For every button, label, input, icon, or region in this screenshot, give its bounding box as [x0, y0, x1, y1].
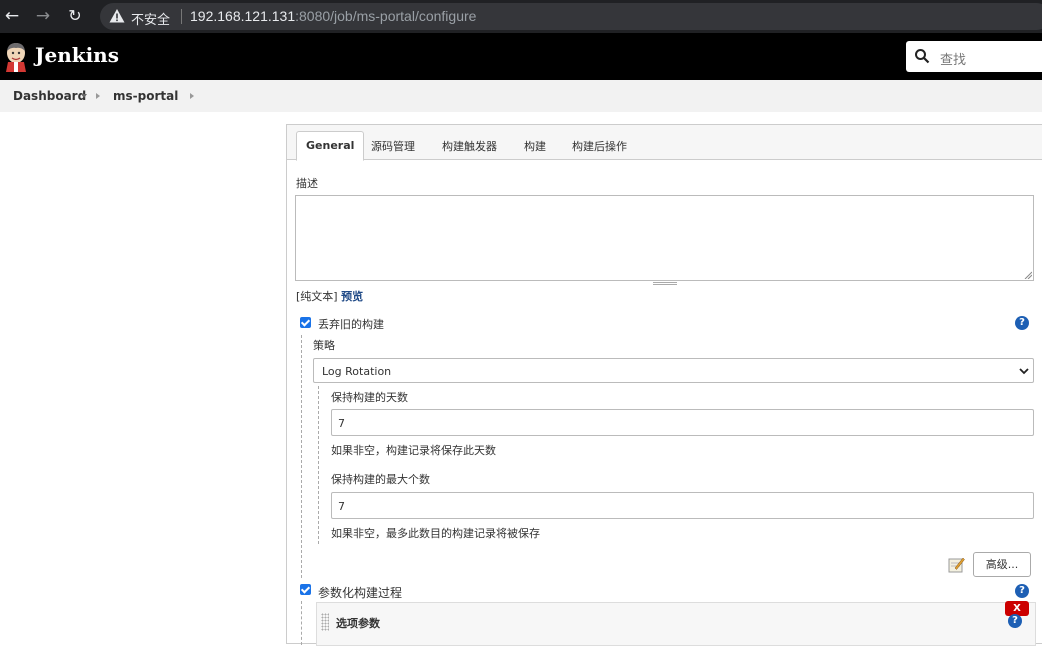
- jenkins-header: Jenkins 查找: [0, 33, 1042, 80]
- url-path: :8080/job/ms-portal/configure: [295, 8, 477, 24]
- help-icon[interactable]: ?: [1008, 614, 1022, 628]
- days-to-keep-label: 保持构建的天数: [331, 391, 408, 404]
- days-to-keep-input[interactable]: 7: [331, 409, 1034, 436]
- description-textarea[interactable]: [295, 195, 1034, 281]
- forward-icon[interactable]: →: [33, 6, 53, 26]
- max-builds-value: 7: [338, 500, 345, 513]
- reload-icon[interactable]: ↻: [65, 6, 85, 26]
- max-builds-hint: 如果非空，最多此数目的构建记录将被保存: [331, 527, 540, 540]
- tab-build[interactable]: 构建: [524, 138, 546, 154]
- search-input[interactable]: 查找: [906, 41, 1042, 72]
- plain-text-label: [纯文本]: [296, 290, 338, 303]
- brand-title[interactable]: Jenkins: [35, 43, 119, 67]
- browser-toolbar: ← → ↻ 不安全 192.168.121.131:8080/job/ms-po…: [0, 0, 1042, 33]
- strategy-border: [318, 386, 319, 544]
- search-icon: [915, 49, 930, 64]
- back-icon[interactable]: ←: [2, 6, 22, 26]
- warning-icon: [109, 9, 125, 23]
- chevron-down-icon[interactable]: [81, 94, 87, 98]
- help-icon[interactable]: ?: [1015, 584, 1029, 598]
- jenkins-logo-icon[interactable]: [4, 42, 28, 72]
- chevron-down-icon: [1019, 368, 1029, 375]
- resize-grip-icon[interactable]: [1024, 271, 1032, 279]
- search-placeholder: 查找: [940, 53, 967, 68]
- section-border: [301, 601, 302, 645]
- chevron-right-icon[interactable]: [190, 93, 194, 99]
- tab-build-triggers[interactable]: 构建触发器: [442, 138, 497, 154]
- parameterized-label: 参数化构建过程: [318, 586, 403, 600]
- preview-link[interactable]: 预览: [341, 290, 363, 303]
- address-separator: [181, 9, 182, 24]
- choice-parameter-box: 选项参数 X ?: [316, 601, 1036, 646]
- config-tabs: General 源码管理 构建触发器 构建 构建后操作: [287, 125, 1042, 161]
- parameterized-checkbox[interactable]: [300, 584, 311, 595]
- url-text[interactable]: 192.168.121.131:8080/job/ms-portal/confi…: [190, 8, 476, 24]
- address-bar[interactable]: 不安全 192.168.121.131:8080/job/ms-portal/c…: [100, 3, 1042, 30]
- strategy-value: Log Rotation: [322, 365, 392, 378]
- days-to-keep-value: 7: [338, 417, 345, 430]
- drag-handle-icon[interactable]: [321, 613, 329, 631]
- tab-scm[interactable]: 源码管理: [371, 138, 415, 154]
- insecure-label: 不安全: [131, 13, 171, 28]
- tab-post-build[interactable]: 构建后操作: [572, 138, 627, 154]
- preview-line: [纯文本] 预览: [296, 288, 363, 304]
- discard-old-builds-label: 丢弃旧的构建: [318, 318, 384, 331]
- breadcrumb-dashboard[interactable]: Dashboard: [13, 89, 86, 103]
- advanced-button[interactable]: 高级...: [973, 552, 1031, 577]
- strategy-select[interactable]: Log Rotation: [313, 358, 1034, 383]
- discard-old-builds-checkbox[interactable]: [300, 317, 311, 328]
- notepad-icon[interactable]: [948, 556, 965, 573]
- description-label: 描述: [296, 177, 318, 190]
- section-border: [301, 335, 302, 578]
- chevron-right-icon: [96, 93, 100, 99]
- config-panel: General 源码管理 构建触发器 构建 构建后操作 描述 [纯文本] 预览 …: [286, 124, 1042, 646]
- textarea-resize-handle[interactable]: [653, 282, 677, 285]
- help-icon[interactable]: ?: [1015, 316, 1029, 330]
- breadcrumb-ms-portal[interactable]: ms-portal: [113, 89, 178, 103]
- breadcrumb: Dashboard ms-portal: [0, 80, 1042, 112]
- strategy-label: 策略: [313, 339, 335, 352]
- tab-general[interactable]: General: [296, 131, 365, 161]
- days-to-keep-hint: 如果非空，构建记录将保存此天数: [331, 444, 496, 457]
- url-host: 192.168.121.131: [190, 8, 296, 24]
- max-builds-label: 保持构建的最大个数: [331, 473, 430, 486]
- max-builds-input[interactable]: 7: [331, 492, 1034, 519]
- choice-parameter-title: 选项参数: [336, 617, 380, 630]
